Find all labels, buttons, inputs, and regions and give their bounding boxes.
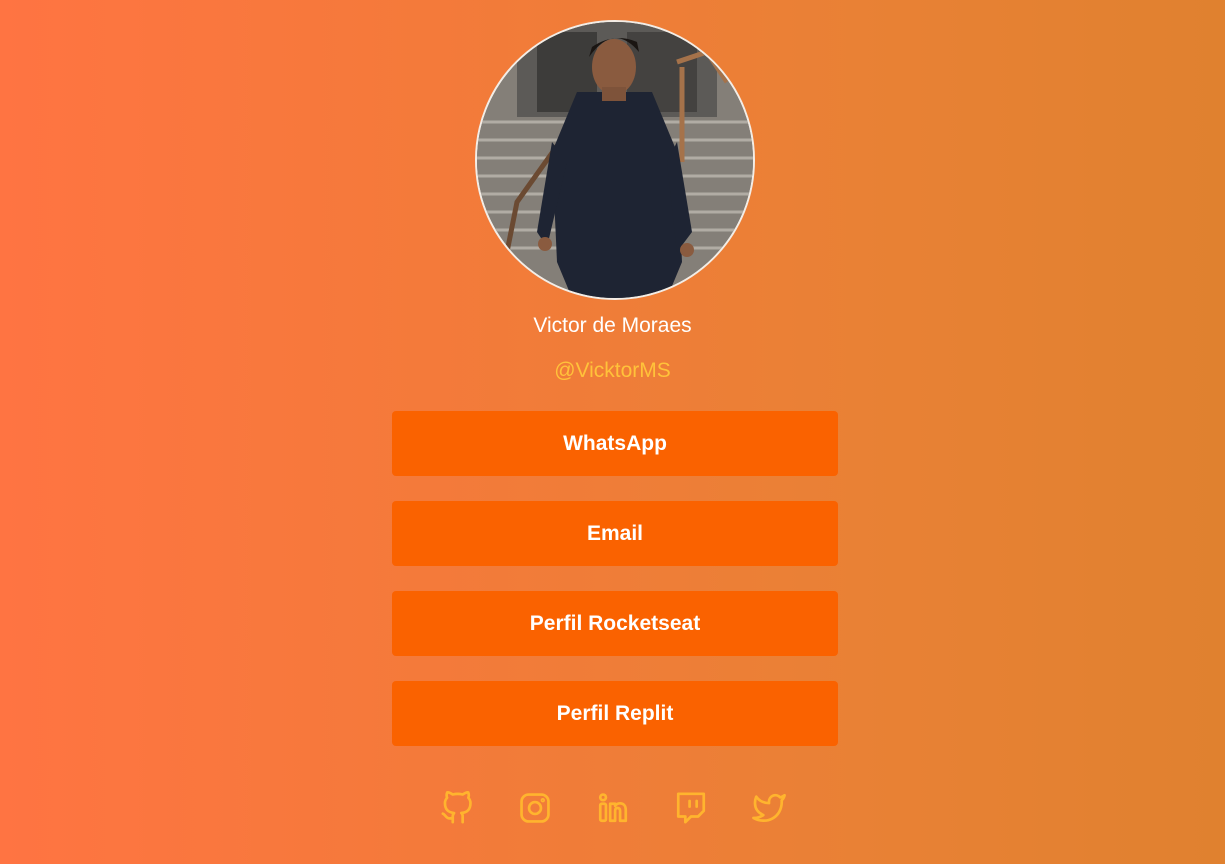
rocketseat-profile-button[interactable]: Perfil Rocketseat xyxy=(392,591,838,656)
profile-handle: @VicktorMS xyxy=(554,359,671,382)
profile-avatar xyxy=(475,20,755,300)
replit-profile-button[interactable]: Perfil Replit xyxy=(392,681,838,746)
instagram-icon xyxy=(519,793,550,823)
email-button[interactable]: Email xyxy=(392,501,838,566)
github-icon xyxy=(440,791,472,824)
linkedin-icon xyxy=(598,793,627,823)
github-link[interactable] xyxy=(437,788,477,828)
whatsapp-button[interactable]: WhatsApp xyxy=(392,411,838,476)
twitch-icon xyxy=(676,792,705,824)
linkedin-link[interactable] xyxy=(593,788,633,828)
twitter-icon xyxy=(751,793,786,822)
instagram-link[interactable] xyxy=(515,788,555,828)
profile-photo xyxy=(477,22,753,298)
link-list: WhatsApp Email Perfil Rocketseat Perfil … xyxy=(392,411,838,771)
profile-name: Victor de Moraes xyxy=(533,314,692,337)
twitter-link[interactable] xyxy=(749,788,789,828)
twitch-link[interactable] xyxy=(671,788,711,828)
social-links xyxy=(0,788,1225,828)
